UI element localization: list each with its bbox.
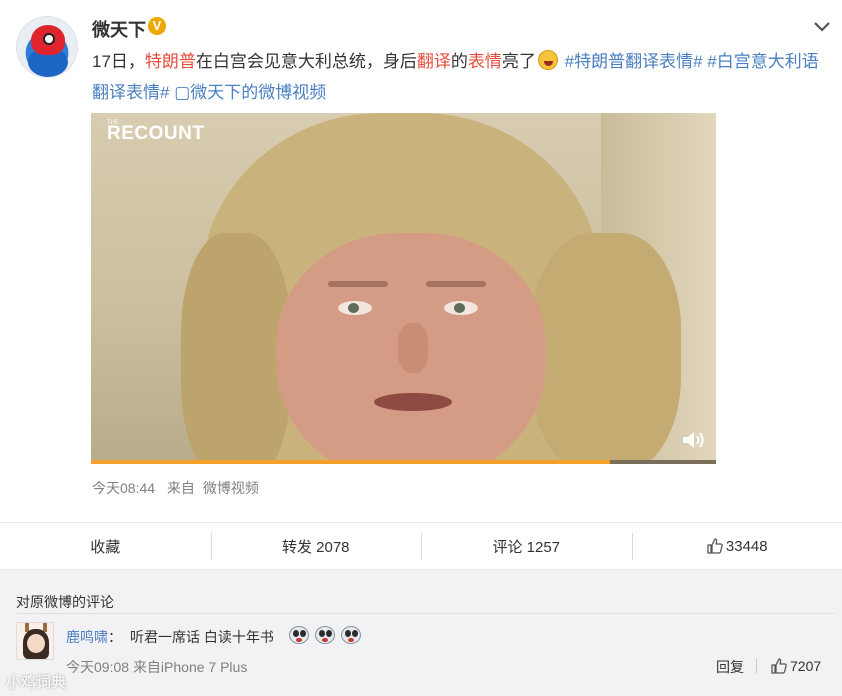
comment-text: 听君一席话 白读十年书 — [130, 629, 274, 645]
user-avatar[interactable] — [16, 16, 78, 78]
commenter-avatar[interactable] — [16, 622, 54, 660]
video-progress-bar[interactable] — [91, 460, 716, 464]
video-watermark-logo: THE RECOUNT — [107, 120, 205, 144]
post-text-segment: 在白宫会见意大利总统，身后 — [195, 52, 417, 71]
post-source-prefix: 来自 — [166, 480, 195, 496]
post-text: 17日，特朗普在白宫会见意大利总统，身后翻译的表情亮了 #特朗普翻译表情# #白… — [92, 46, 822, 108]
avatar-face — [27, 634, 45, 653]
like-count: 33448 — [725, 537, 768, 555]
action-bar: 收藏 转发 2078 评论 1257 33448 — [0, 522, 842, 569]
comment-action-divider — [756, 658, 757, 673]
username[interactable]: 微天下 — [92, 16, 146, 42]
video-subject-hair-left — [181, 233, 291, 464]
doge-emoji-icon — [340, 625, 362, 645]
comment-label: 评论 1257 — [492, 538, 561, 556]
face-nose — [398, 323, 428, 373]
video-progress-fill — [91, 460, 610, 464]
video-subject-hair-right — [531, 233, 681, 464]
comments-divider — [16, 613, 834, 614]
face-mouth — [374, 393, 452, 411]
highlight-keyword[interactable]: 翻译 — [417, 52, 451, 71]
laughing-emoji-icon — [537, 50, 558, 70]
site-watermark: 小鸡词典 — [6, 674, 67, 691]
post-text-segment: 的 — [450, 52, 468, 71]
chevron-down-icon[interactable] — [810, 14, 834, 38]
face-brow-left — [328, 281, 388, 287]
post-source[interactable]: 微博视频 — [203, 480, 259, 496]
repost-button[interactable]: 转发 2078 — [210, 523, 422, 569]
video-player[interactable]: THE RECOUNT — [91, 113, 716, 464]
volume-icon[interactable] — [681, 429, 707, 451]
post-meta: 今天08:44 来自 微博视频 — [92, 478, 259, 498]
post-text-segment: 亮了 — [501, 52, 536, 71]
comment-like-count: 7207 — [790, 658, 822, 674]
thumbs-up-icon — [707, 538, 723, 554]
topic-link[interactable]: ▢微天下的微博视频 — [169, 83, 326, 102]
comment-time: 今天09:08 — [66, 659, 130, 675]
topic-link[interactable]: #特朗普翻译表情# — [560, 52, 703, 71]
weibo-post: 微天下 V 17日，特朗普在白宫会见意大利总统，身后翻译的表情亮了 #特朗普翻译… — [0, 0, 842, 522]
face-eye-right — [444, 301, 478, 315]
doge-emoji-icon — [314, 625, 336, 645]
comment-like-button[interactable]: 7207 — [770, 657, 821, 675]
face-brow-right — [426, 281, 486, 287]
comment-source: 来自iPhone 7 Plus — [132, 659, 248, 675]
like-button[interactable]: 33448 — [631, 523, 842, 569]
comments-section: 对原微博的评论 鹿鸣啸： 听君一席话 白读十年书 今天09:08 来自iPhon… — [0, 569, 842, 696]
thumbs-up-icon — [771, 658, 787, 674]
favorite-label: 收藏 — [90, 538, 121, 556]
post-time[interactable]: 今天08:44 — [92, 480, 155, 496]
commenter-name[interactable]: 鹿鸣啸： — [66, 627, 122, 647]
comment-emojis — [288, 625, 362, 645]
face-eye-left — [338, 301, 372, 315]
comment-meta: 今天09:08 来自iPhone 7 Plus — [66, 657, 247, 677]
favorite-button[interactable]: 收藏 — [0, 523, 211, 569]
comment-button[interactable]: 评论 1257 — [421, 523, 632, 569]
repost-label: 转发 2078 — [281, 538, 350, 556]
video-subject-face — [276, 233, 546, 464]
post-text-segment: 17日， — [92, 52, 145, 71]
verified-badge-icon: V — [148, 17, 166, 35]
highlight-keyword[interactable]: 表情 — [468, 52, 502, 71]
doge-emoji-icon — [288, 625, 310, 645]
avatar-bird-eye — [43, 33, 55, 45]
highlight-keyword[interactable]: 特朗普 — [145, 52, 196, 71]
reply-button[interactable]: 回复 — [716, 657, 744, 677]
comments-title: 对原微博的评论 — [16, 594, 114, 610]
